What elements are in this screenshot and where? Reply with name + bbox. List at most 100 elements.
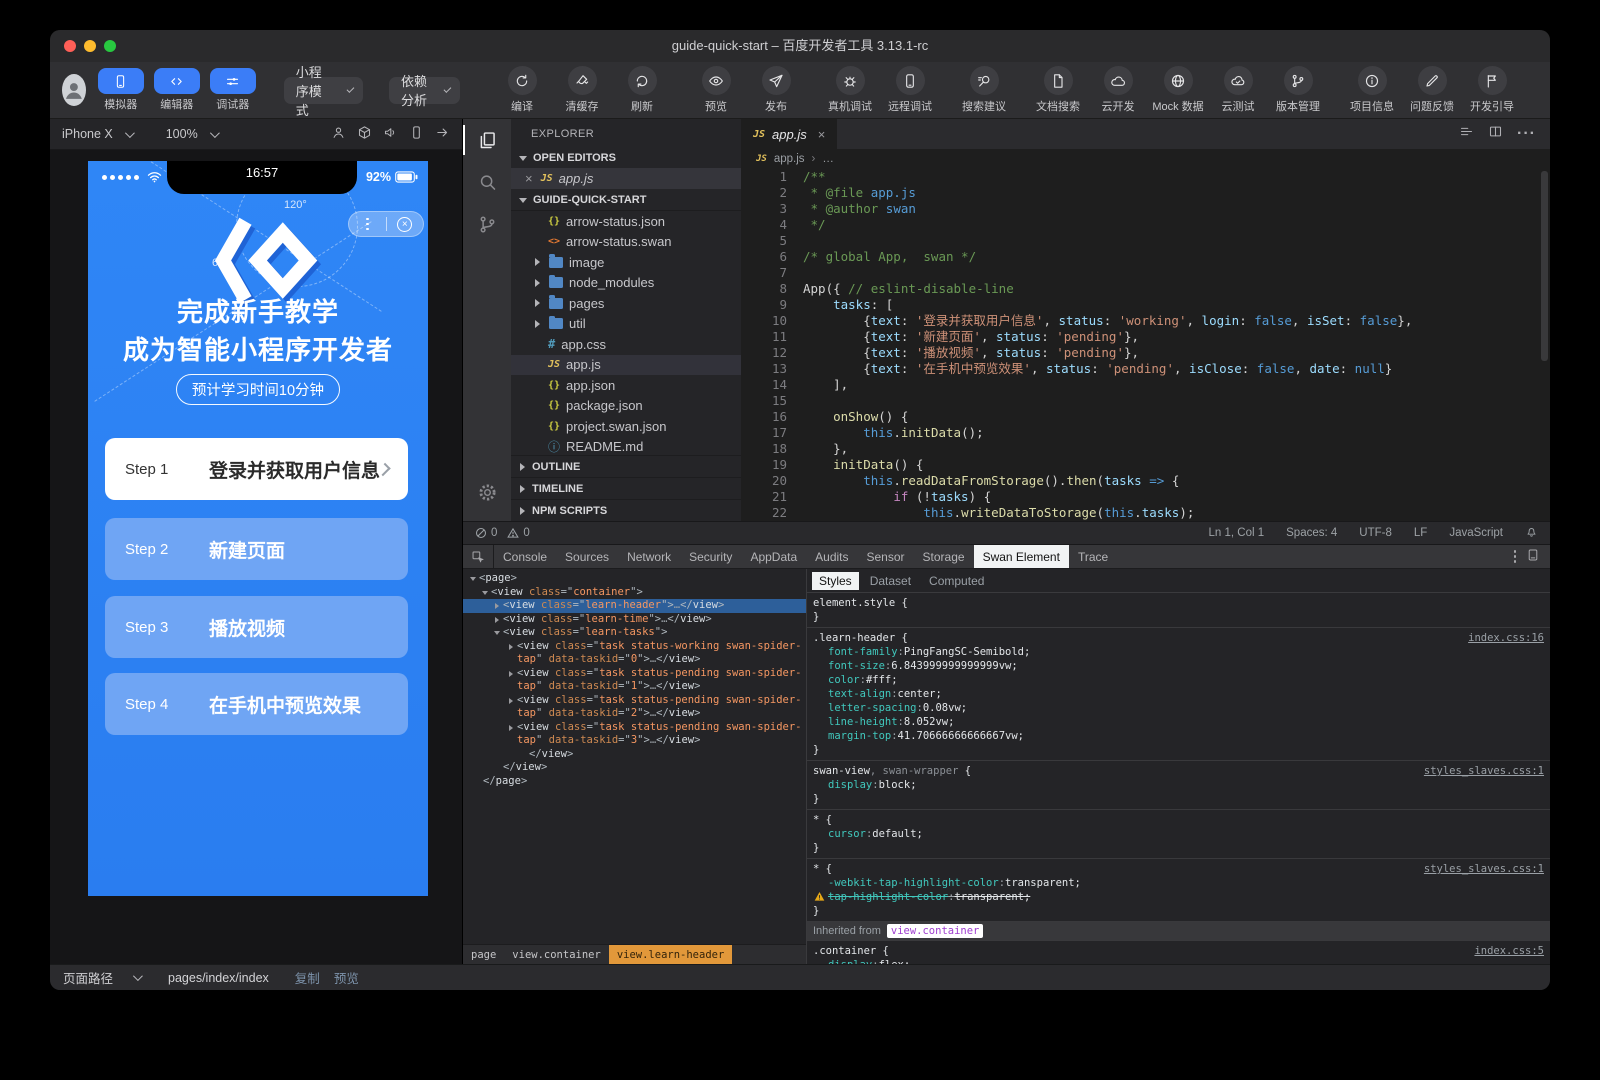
expand-icon[interactable]	[491, 599, 503, 613]
element-crumb[interactable]: page	[463, 945, 504, 965]
devtools-tab-swan-element[interactable]: Swan Element	[974, 545, 1069, 568]
open-editors-section[interactable]: OPEN EDITORS	[511, 147, 741, 168]
close-tab-icon[interactable]: ×	[818, 127, 826, 142]
file-item[interactable]: ⓘREADME.md	[511, 437, 741, 458]
expand-icon[interactable]	[491, 613, 503, 627]
folder-item[interactable]: image	[511, 252, 741, 273]
open-editors-icon[interactable]	[1459, 124, 1474, 144]
settings-gear-icon[interactable]	[463, 471, 511, 513]
stylesheet-link[interactable]: styles_slaves.css:1	[1414, 764, 1544, 778]
toolbar-dropdown[interactable]: 小程序模式	[284, 77, 363, 104]
devtools-tab-sources[interactable]: Sources	[556, 545, 618, 568]
chevron-down-icon[interactable]	[133, 971, 143, 981]
dock-device-icon[interactable]	[1526, 548, 1540, 565]
tutorial-step-card[interactable]: Step 4在手机中预览效果	[105, 673, 408, 735]
account-icon[interactable]	[331, 125, 346, 143]
dom-node[interactable]: </view>	[463, 748, 806, 762]
sidebar-section-outline[interactable]: OUTLINE	[511, 455, 741, 477]
sidebar-section-timeline[interactable]: TIMELINE	[511, 477, 741, 499]
code-area[interactable]: 1/**2 * @file app.js3 * @author swan4 */…	[741, 169, 1550, 521]
element-crumb[interactable]: view.container	[504, 945, 609, 965]
dom-node[interactable]: <view class="task status-pending swan-sp…	[463, 667, 806, 694]
styles-tab-dataset[interactable]: Dataset	[863, 572, 918, 590]
dom-node[interactable]: <view class="container">	[463, 586, 806, 600]
css-property[interactable]: -webkit-tap-highlight-color:transparent;	[813, 876, 1544, 890]
dom-node[interactable]: <view class="task status-working swan-sp…	[463, 640, 806, 667]
open-editor-item[interactable]: ×JSapp.js	[511, 168, 741, 189]
toolbar-action[interactable]: 版本管理	[1272, 66, 1324, 114]
file-item[interactable]: {}project.swan.json	[511, 416, 741, 437]
preview-path-link[interactable]: 预览	[334, 968, 359, 987]
source-control-activity-icon[interactable]	[463, 203, 511, 245]
inspect-element-icon[interactable]	[463, 545, 494, 568]
toolbar-action[interactable]: 项目信息	[1346, 66, 1398, 114]
css-property[interactable]: text-align:center;	[813, 687, 1544, 701]
file-item[interactable]: #app.css	[511, 334, 741, 355]
devtools-tab-network[interactable]: Network	[618, 545, 680, 568]
split-editor-icon[interactable]	[1488, 124, 1503, 144]
status-item[interactable]: UTF-8	[1359, 527, 1392, 539]
file-item[interactable]: <>arrow-status.swan	[511, 232, 741, 253]
status-item[interactable]: Ln 1, Col 1	[1209, 527, 1265, 539]
toolbar-action[interactable]: 编译	[496, 66, 548, 114]
dom-node[interactable]: <view class="task status-pending swan-sp…	[463, 721, 806, 748]
css-property[interactable]: margin-top:41.70666666666667vw;	[813, 729, 1544, 743]
stylesheet-link[interactable]: styles_slaves.css:1	[1414, 862, 1544, 876]
css-property[interactable]: tap-highlight-color:transparent;	[813, 890, 1544, 904]
user-avatar[interactable]	[62, 74, 86, 106]
devtools-tab-storage[interactable]: Storage	[914, 545, 974, 568]
folder-item[interactable]: util	[511, 314, 741, 335]
mode-button[interactable]: 调试器	[210, 68, 256, 112]
status-item[interactable]: JavaScript	[1449, 527, 1503, 539]
toolbar-action[interactable]: 发布	[750, 66, 802, 114]
tutorial-step-card[interactable]: Step 2新建页面	[105, 518, 408, 580]
tutorial-step-card[interactable]: Step 1登录并获取用户信息	[105, 438, 408, 500]
toolbar-action[interactable]: 远程调试	[884, 66, 936, 114]
expand-icon[interactable]	[505, 694, 517, 721]
toolbar-action[interactable]: 开发引导	[1466, 66, 1518, 114]
close-icon[interactable]: ×	[525, 171, 533, 186]
tutorial-step-card[interactable]: Step 3播放视频	[105, 596, 408, 658]
devtools-tab-security[interactable]: Security	[680, 545, 741, 568]
devtools-tab-appdata[interactable]: AppData	[741, 545, 806, 568]
project-section[interactable]: GUIDE-QUICK-START	[511, 189, 741, 211]
expand-icon[interactable]	[505, 721, 517, 748]
stylesheet-link[interactable]: index.css:16	[1458, 631, 1544, 645]
expand-icon[interactable]	[491, 626, 503, 640]
toolbar-action[interactable]: 清缓存	[556, 66, 608, 114]
toolbar-action[interactable]: 云测试	[1212, 66, 1264, 114]
toolbar-dropdown[interactable]: 依赖分析	[389, 77, 460, 104]
more-menu-icon[interactable]	[349, 218, 386, 231]
expand-icon[interactable]	[505, 667, 517, 694]
toolbar-action[interactable]: Mock 数据	[1152, 66, 1204, 114]
css-property[interactable]: font-size:6.843999999999999vw;	[813, 659, 1544, 673]
devtools-tab-sensor[interactable]: Sensor	[858, 545, 914, 568]
file-item[interactable]: {}package.json	[511, 396, 741, 417]
breadcrumb[interactable]: JS app.js › …	[741, 149, 1550, 169]
zoom-window-button[interactable]	[104, 40, 116, 52]
css-property[interactable]: color:#fff;	[813, 673, 1544, 687]
collapse-panel-icon[interactable]	[435, 125, 450, 143]
css-property[interactable]: font-family:PingFangSC-Semibold;	[813, 645, 1544, 659]
toolbar-action[interactable]: 预览	[690, 66, 742, 114]
expand-icon[interactable]	[479, 586, 491, 600]
stylesheet-link[interactable]: index.css:5	[1464, 944, 1544, 958]
scene-icon[interactable]	[357, 125, 372, 143]
folder-item[interactable]: pages	[511, 293, 741, 314]
toolbar-action[interactable]: 云开发	[1092, 66, 1144, 114]
dom-node[interactable]: </page>	[463, 775, 806, 789]
toolbar-action[interactable]: 文档搜索	[1032, 66, 1084, 114]
file-item[interactable]: JSapp.js	[511, 355, 741, 376]
problems-indicator[interactable]: 0 0	[475, 527, 530, 539]
toolbar-action[interactable]: 搜索建议	[958, 66, 1010, 114]
toolbar-action[interactable]: 问题反馈	[1406, 66, 1458, 114]
expand-icon[interactable]	[467, 572, 479, 586]
dom-node[interactable]: <view class="learn-tasks">	[463, 626, 806, 640]
devtools-tab-audits[interactable]: Audits	[806, 545, 857, 568]
css-property[interactable]: cursor:default;	[813, 827, 1544, 841]
search-activity-icon[interactable]	[463, 161, 511, 203]
zoom-select[interactable]: 100%	[166, 127, 217, 141]
minimize-window-button[interactable]	[84, 40, 96, 52]
css-property[interactable]: line-height:8.052vw;	[813, 715, 1544, 729]
expand-icon[interactable]	[471, 775, 483, 789]
